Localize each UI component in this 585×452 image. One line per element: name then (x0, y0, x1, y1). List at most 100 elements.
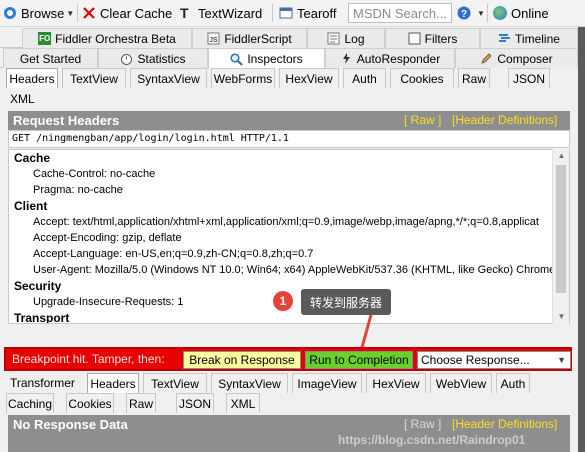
resp-tab-textview[interactable]: TextView (143, 373, 207, 393)
clear-cache-icon (82, 6, 96, 20)
resp-tab-xml[interactable]: XML (226, 393, 260, 413)
request-headers-title-bar: Request Headers [ Raw ] [Header Definiti… (8, 111, 570, 130)
req-tab-textview[interactable]: TextView (62, 68, 126, 88)
header-value[interactable]: Pragma: no-cache (33, 184, 123, 196)
resp-tab-cookies[interactable]: Cookies (66, 393, 114, 413)
tab-composer[interactable]: Composer (455, 48, 578, 68)
pencil-icon (480, 52, 493, 65)
req-tab-xml[interactable]: XML (10, 90, 35, 108)
resp-tab-transformer[interactable]: Transformer (10, 374, 75, 392)
browse-icon (3, 6, 17, 20)
header-value[interactable]: Accept-Encoding: gzip, deflate (33, 232, 182, 244)
text-icon: T (180, 5, 189, 21)
tab-label: Statistics (137, 51, 186, 66)
resp-tab-raw[interactable]: Raw (126, 393, 156, 413)
tearoff-button[interactable]: Tearoff (279, 4, 337, 22)
callout-tooltip: 转发到服务器 (301, 289, 391, 315)
resp-tab-caching[interactable]: Caching (6, 393, 54, 413)
tab-log[interactable]: Log (307, 28, 385, 48)
group-client[interactable]: Client (14, 199, 47, 213)
tab-label: Timeline (515, 31, 560, 46)
choose-response-value: Choose Response... (421, 353, 530, 367)
header-value[interactable]: Accept: text/html,application/xhtml+xml,… (33, 216, 539, 228)
req-tab-cookies[interactable]: Cookies (390, 68, 454, 88)
tab-label: FiddlerScript (224, 31, 292, 46)
tab-fiddler-orchestra[interactable]: FO Fiddler Orchestra Beta (22, 28, 192, 48)
main-tabs-row-2: Get Started Statistics Inspectors AutoRe… (0, 48, 578, 69)
clear-cache-button[interactable]: Clear Cache (82, 4, 172, 22)
scroll-thumb[interactable] (556, 165, 566, 293)
raw-link[interactable]: [ Raw ] (404, 113, 441, 127)
req-tab-hexview[interactable]: HexView (279, 68, 339, 88)
group-security[interactable]: Security (14, 279, 61, 293)
tearoff-label: Tearoff (297, 5, 337, 21)
tab-timeline[interactable]: Timeline (480, 28, 578, 48)
resp-tab-hexview[interactable]: HexView (366, 373, 426, 393)
group-cache[interactable]: Cache (14, 151, 50, 165)
response-title: No Response Data (13, 417, 128, 432)
req-tab-raw[interactable]: Raw (458, 68, 490, 88)
resp-tab-syntaxview[interactable]: SyntaxView (211, 373, 288, 393)
browse-button[interactable]: Browse ▼ (3, 4, 74, 22)
tab-label: Filters (424, 31, 458, 46)
tab-autoresponder[interactable]: AutoResponder (325, 48, 455, 68)
choose-response-select[interactable]: Choose Response... ▼ (417, 351, 571, 369)
resp-tab-imageview[interactable]: ImageView (292, 373, 362, 393)
textwizard-label: TextWizard (198, 5, 263, 21)
resp-tab-auth[interactable]: Auth (496, 373, 530, 393)
breakpoint-bar: Breakpoint hit. Tamper, then: Break on R… (4, 347, 572, 371)
group-transport[interactable]: Transport (14, 311, 69, 323)
scroll-down-icon[interactable]: ▼ (553, 310, 570, 324)
lightning-icon (340, 52, 353, 65)
response-panel: No Response Data [ Raw ] [Header Definit… (8, 415, 570, 452)
resp-tab-webview[interactable]: WebView (430, 373, 492, 393)
msdn-search-input[interactable]: MSDN Search... (348, 3, 452, 23)
tab-get-started[interactable]: Get Started (3, 48, 98, 68)
clear-cache-label: Clear Cache (100, 5, 173, 21)
tab-statistics[interactable]: Statistics (98, 48, 208, 68)
chevron-down-icon[interactable]: ▼ (477, 9, 485, 18)
request-headers-title: Request Headers (13, 113, 120, 128)
callout-number-badge: 1 (273, 291, 293, 311)
response-raw-link[interactable]: [ Raw ] (404, 417, 441, 431)
help-button[interactable]: ? ▼ (457, 4, 485, 22)
browse-label: Browse (21, 5, 65, 21)
textwizard-button[interactable]: T TextWizard (180, 4, 262, 22)
script-icon: JS (207, 32, 220, 45)
header-value[interactable]: Upgrade-Insecure-Requests: 1 (33, 296, 183, 308)
vertical-scrollbar[interactable]: ▲ ▼ (552, 149, 569, 324)
window-edge (578, 27, 585, 452)
online-label: Online (511, 5, 549, 21)
tab-label: Get Started (19, 51, 82, 66)
header-value[interactable]: Cache-Control: no-cache (33, 168, 155, 180)
scroll-up-icon[interactable]: ▲ (553, 149, 570, 163)
tab-label: AutoResponder (356, 51, 441, 66)
online-indicator[interactable]: Online (493, 4, 549, 22)
req-tab-syntaxview[interactable]: SyntaxView (130, 68, 207, 88)
header-definitions-link[interactable]: [Header Definitions] (452, 113, 557, 127)
req-tab-webforms[interactable]: WebForms (211, 68, 275, 88)
req-tab-auth[interactable]: Auth (343, 68, 386, 88)
globe-icon (493, 6, 507, 20)
timeline-icon (498, 32, 511, 45)
resp-tab-json[interactable]: JSON (176, 393, 214, 413)
break-on-response-button[interactable]: Break on Response (183, 351, 301, 369)
req-tab-json[interactable]: JSON (508, 68, 550, 88)
svg-text:?: ? (461, 9, 467, 20)
resp-tab-headers[interactable]: Headers (87, 373, 139, 393)
tab-inspectors[interactable]: Inspectors (208, 48, 325, 69)
response-header-definitions-link[interactable]: [Header Definitions] (452, 417, 557, 431)
tab-label: Inspectors (247, 52, 303, 66)
header-value[interactable]: User-Agent: Mozilla/5.0 (Windows NT 10.0… (33, 264, 564, 276)
stopwatch-icon (120, 52, 133, 65)
tab-fiddlerscript[interactable]: JS FiddlerScript (192, 28, 307, 48)
chevron-down-icon[interactable]: ▼ (66, 9, 74, 18)
run-to-completion-button[interactable]: Run to Completion (305, 351, 413, 369)
tab-filters[interactable]: Filters (385, 28, 480, 48)
header-value[interactable]: Accept-Language: en-US,en;q=0.9,zh-CN;q=… (33, 248, 313, 260)
req-tab-headers[interactable]: Headers (6, 68, 58, 88)
tab-label: Composer (497, 51, 553, 66)
svg-text:JS: JS (210, 37, 219, 44)
tab-label: Fiddler Orchestra Beta (55, 31, 176, 46)
magnifier-icon (230, 52, 244, 66)
